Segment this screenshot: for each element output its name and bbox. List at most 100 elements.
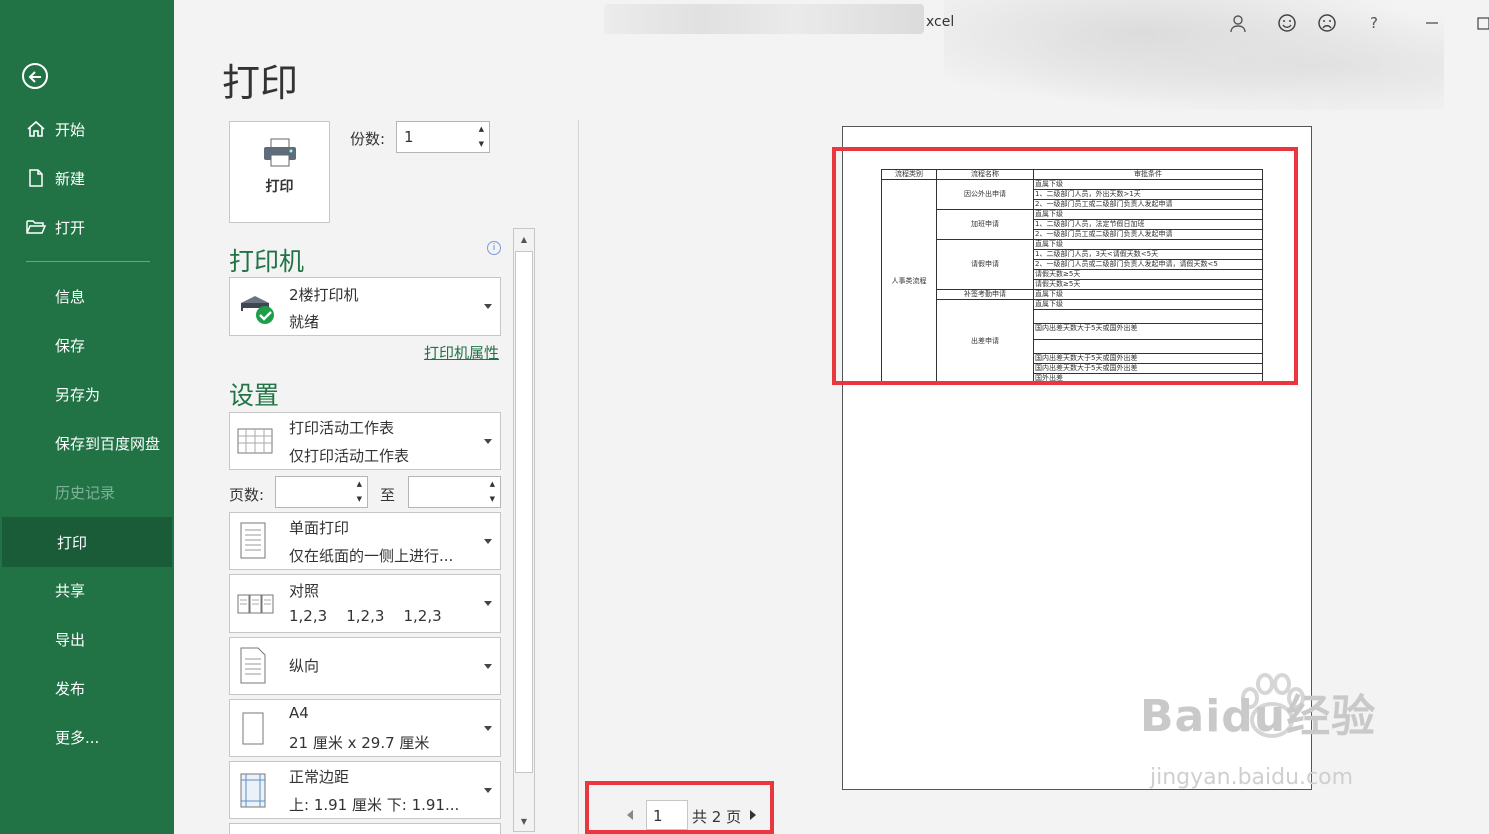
paper-size-icon [236, 710, 270, 748]
highlight-box-preview [832, 147, 1298, 385]
settings-scrollbar[interactable]: ▲ ▼ [513, 228, 535, 832]
home-icon [25, 118, 47, 140]
pages-to-input[interactable]: ▲ ▼ [408, 476, 501, 508]
new-file-icon [25, 167, 47, 189]
nav-save-baidu-label: 保存到百度网盘 [55, 434, 161, 453]
nav-share[interactable]: 共享 [0, 568, 174, 612]
back-arrow-icon[interactable] [22, 63, 48, 89]
nav-history-label: 历史记录 [55, 483, 116, 502]
scroll-down-icon[interactable]: ▼ [514, 812, 534, 830]
spin-down-icon[interactable]: ▼ [357, 495, 362, 503]
spin-down-icon[interactable]: ▼ [479, 140, 484, 148]
spin-up-icon[interactable]: ▲ [479, 125, 484, 133]
nav-print-label: 打印 [57, 533, 88, 552]
paper-size-title: A4 [289, 704, 309, 722]
sides-desc: 仅在纸面的一侧上进行... [289, 547, 454, 565]
paper-size-desc: 21 厘米 x 29.7 厘米 [289, 734, 430, 752]
nav-publish-label: 发布 [55, 679, 86, 698]
print-scope-title: 打印活动工作表 [289, 419, 395, 437]
nav-save[interactable]: 保存 [0, 323, 174, 367]
printer-status: 就绪 [289, 313, 320, 331]
pages-label: 页数: [229, 486, 265, 504]
print-button[interactable]: 打印 [229, 121, 330, 223]
sides-title: 单面打印 [289, 519, 350, 537]
backstage-sidebar: 开始 新建 打开 信息 保存 另存为 保存到百度网盘 历史记录 打印 共享 导出… [0, 0, 174, 834]
print-button-label: 打印 [265, 179, 294, 195]
nav-open[interactable]: 打开 [0, 209, 174, 245]
nav-publish[interactable]: 发布 [0, 666, 174, 710]
chevron-down-icon [484, 664, 492, 669]
nav-home[interactable]: 开始 [0, 111, 174, 147]
panel-divider [578, 120, 579, 834]
nav-history: 历史记录 [0, 470, 174, 514]
printer-section-title: 打印机 [229, 247, 305, 276]
nav-save-as[interactable]: 另存为 [0, 372, 174, 416]
nav-save-as-label: 另存为 [55, 385, 101, 404]
nav-export[interactable]: 导出 [0, 617, 174, 661]
printer-properties-link[interactable]: 打印机属性 [424, 342, 499, 363]
chevron-down-icon [484, 439, 492, 444]
window-title: xcel [926, 14, 955, 30]
print-scope-dropdown[interactable]: 打印活动工作表 仅打印活动工作表 [229, 412, 501, 470]
margins-icon [236, 772, 270, 810]
copies-value: 1 [404, 128, 414, 146]
account-icon[interactable] [1225, 10, 1251, 36]
scroll-up-icon[interactable]: ▲ [514, 230, 534, 248]
portrait-icon [236, 646, 270, 686]
paper-size-dropdown[interactable]: A4 21 厘米 x 29.7 厘米 [229, 699, 501, 757]
nav-divider [26, 261, 150, 262]
spin-up-icon[interactable]: ▲ [490, 480, 495, 488]
page-title: 打印 [222, 61, 299, 105]
sides-dropdown[interactable]: 单面打印 仅在纸面的一侧上进行... [229, 512, 501, 570]
title-bar: xcel ? [174, 0, 1489, 110]
nav-more[interactable]: 更多... [0, 715, 174, 759]
margins-dropdown[interactable]: 正常边距 上: 1.91 厘米 下: 1.91... [229, 761, 501, 819]
worksheet-icon [236, 425, 274, 457]
printer-dropdown[interactable]: 2楼打印机 就绪 [229, 277, 501, 336]
copies-label: 份数: [350, 130, 386, 148]
folder-open-icon [25, 216, 47, 238]
chevron-down-icon [484, 304, 492, 309]
print-scope-desc: 仅打印活动工作表 [289, 447, 410, 465]
spin-up-icon[interactable]: ▲ [357, 480, 362, 488]
chevron-down-icon [484, 539, 492, 544]
collate-desc: 1,2,3 1,2,3 1,2,3 [289, 607, 442, 625]
pages-from-input[interactable]: ▲ ▼ [275, 476, 368, 508]
watermark-url: jingyan.baidu.com [1150, 765, 1354, 790]
nav-more-label: 更多... [55, 728, 100, 747]
collate-title: 对照 [289, 582, 320, 600]
collate-dropdown[interactable]: 对照 1,2,3 1,2,3 1,2,3 [229, 574, 501, 633]
info-icon[interactable]: i [487, 241, 501, 255]
maximize-icon[interactable] [1471, 10, 1489, 36]
collate-icon [236, 589, 276, 619]
printer-ready-icon [236, 290, 278, 326]
nav-save-label: 保存 [55, 336, 86, 355]
help-icon[interactable]: ? [1361, 10, 1387, 36]
chevron-down-icon [484, 788, 492, 793]
nav-info[interactable]: 信息 [0, 274, 174, 318]
nav-export-label: 导出 [55, 630, 86, 649]
nav-print[interactable]: 打印 [2, 517, 172, 567]
minimize-icon[interactable] [1419, 10, 1445, 36]
nav-new-label: 新建 [55, 169, 86, 188]
chevron-down-icon [484, 726, 492, 731]
blurred-filename [604, 4, 924, 34]
frown-feedback-icon[interactable] [1314, 10, 1340, 36]
nav-open-label: 打开 [55, 218, 86, 237]
margins-desc: 上: 1.91 厘米 下: 1.91... [289, 796, 460, 814]
nav-home-label: 开始 [55, 120, 86, 139]
copies-stepper[interactable]: 1 ▲ ▼ [396, 121, 490, 153]
smile-feedback-icon[interactable] [1274, 10, 1300, 36]
highlight-box-pager [585, 781, 774, 834]
pages-to-label: 至 [380, 486, 396, 504]
orientation-dropdown[interactable]: 纵向 [229, 637, 501, 695]
printer-name: 2楼打印机 [289, 286, 359, 304]
nav-save-baidu[interactable]: 保存到百度网盘 [0, 421, 174, 465]
spin-down-icon[interactable]: ▼ [490, 495, 495, 503]
watermark-brand: Baidu经验 [1140, 691, 1377, 742]
nav-new[interactable]: 新建 [0, 160, 174, 196]
nav-info-label: 信息 [55, 287, 86, 306]
scrollbar-thumb[interactable] [515, 251, 533, 773]
margins-title: 正常边距 [289, 768, 350, 786]
scaling-dropdown[interactable] [229, 823, 501, 834]
